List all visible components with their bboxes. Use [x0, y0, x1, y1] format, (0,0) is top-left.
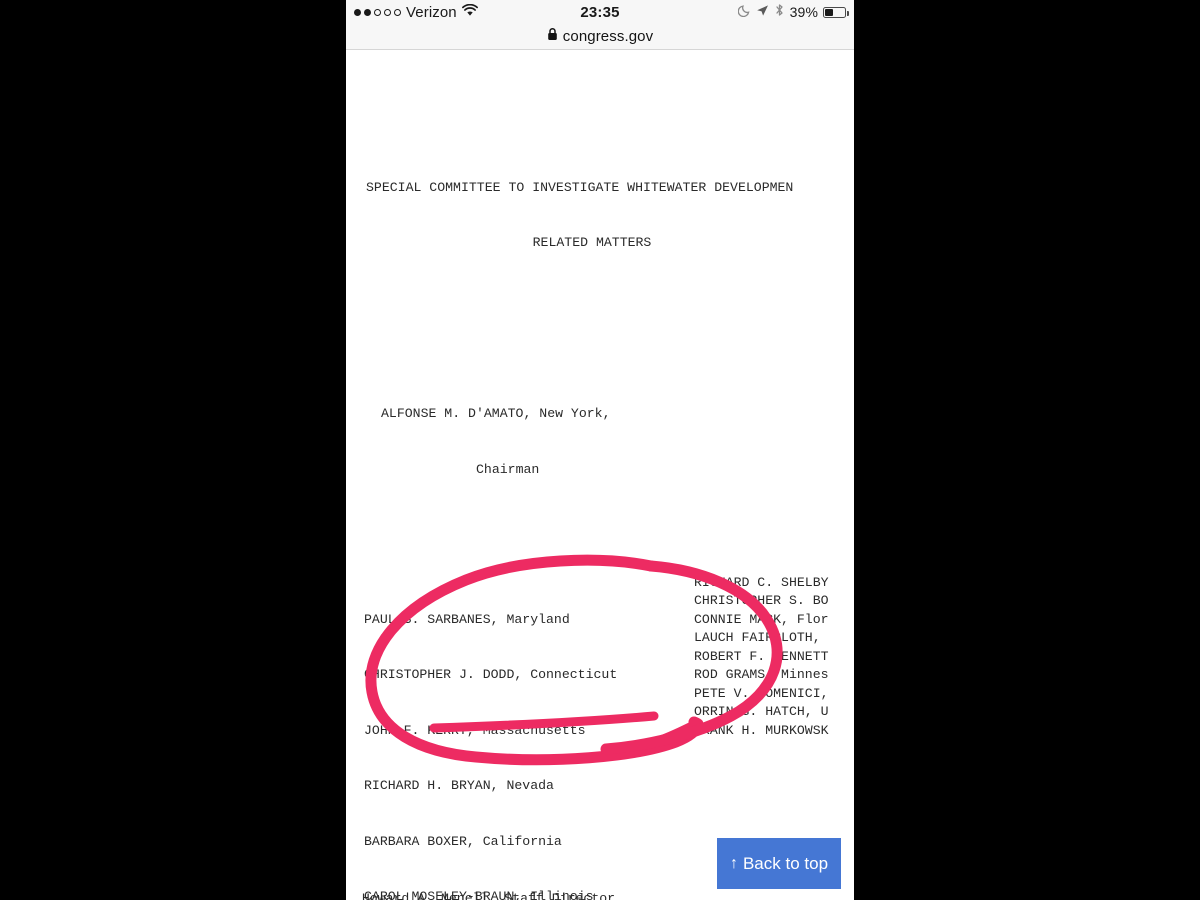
arrow-up-icon: ↑	[729, 854, 738, 872]
members-column-right: RICHARD C. SHELBY CHRISTOPHER S. BO CONN…	[694, 574, 854, 741]
member-row: CAROL MOSELEY-BRAUN, Illinois	[364, 889, 594, 900]
member-row: LAUCH FAIRCLOTH,	[694, 630, 821, 645]
member-row: RICHARD C. SHELBY	[694, 574, 829, 590]
committee-title-line-1: SPECIAL COMMITTEE TO INVESTIGATE WHITEWA…	[366, 179, 794, 195]
document-body: SPECIAL COMMITTEE TO INVESTIGATE WHITEWA…	[346, 50, 854, 900]
committee-title-line-2: RELATED MATTERS	[532, 235, 652, 250]
member-row: ORRIN G. HATCH, U	[694, 704, 829, 719]
member-row: CHRISTOPHER S. BO	[694, 593, 829, 608]
battery-percent-label: 39%	[789, 4, 818, 20]
chairman-block: ALFONSE M. D'AMATO, New York, Chairman	[346, 368, 854, 516]
committee-title: SPECIAL COMMITTEE TO INVESTIGATE WHITEWA…	[346, 142, 854, 290]
member-row: JOHN F. KERRY, Massachusetts	[364, 722, 586, 738]
member-row: PAUL S. SARBANES, Maryland	[364, 611, 570, 627]
member-row: ROBERT F. BENNETT	[694, 648, 829, 664]
members-columns: PAUL S. SARBANES, Maryland CHRISTOPHER J…	[346, 574, 854, 900]
member-row: CHRISTOPHER J. DODD, Connecticut	[364, 667, 618, 682]
member-row: ROD GRAMS, Minnes	[694, 667, 829, 682]
member-row: FRANK H. MURKOWSK	[694, 722, 829, 738]
status-bar: Verizon 23:35 39%	[346, 0, 854, 24]
lock-icon	[547, 27, 558, 46]
url-text: congress.gov	[562, 28, 654, 45]
bluetooth-icon	[774, 3, 785, 21]
battery-icon	[823, 6, 849, 18]
member-row: RICHARD H. BRYAN, Nevada	[364, 778, 554, 793]
phone-viewport: Verizon 23:35 39% congress.gov SPECIAL C…	[346, 0, 854, 900]
chairman-name: ALFONSE M. D'AMATO, New York,	[381, 406, 611, 421]
chairman-role: Chairman	[476, 461, 540, 477]
back-to-top-button[interactable]: ↑ Back to top	[717, 838, 841, 889]
moon-icon	[737, 4, 751, 21]
back-to-top-label: Back to top	[742, 853, 829, 873]
status-bar-right: 39%	[737, 0, 849, 24]
member-row: BARBARA BOXER, California	[364, 833, 562, 849]
screenshot-root: Verizon 23:35 39% congress.gov SPECIAL C…	[0, 0, 1200, 900]
browser-url-bar[interactable]: congress.gov	[346, 24, 854, 50]
member-row: CONNIE MACK, Flor	[694, 611, 829, 627]
location-arrow-icon	[756, 4, 769, 21]
members-column-left: PAUL S. SARBANES, Maryland CHRISTOPHER J…	[364, 574, 617, 900]
member-row: PETE V. DOMENICI,	[694, 685, 829, 701]
